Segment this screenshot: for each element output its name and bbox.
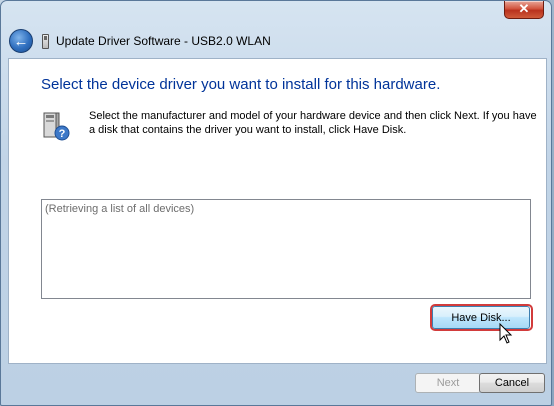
close-button[interactable]: ✕ (504, 1, 544, 19)
svg-text:?: ? (59, 128, 66, 140)
content-panel: Select the device driver you want to ins… (8, 58, 547, 364)
back-button[interactable]: ← (9, 29, 33, 53)
next-label: Next (436, 377, 460, 389)
have-disk-label: Have Disk... (451, 311, 511, 324)
back-arrow-icon: ← (13, 32, 29, 50)
window-title: Update Driver Software - USB2.0 WLAN (56, 34, 271, 48)
usb-device-icon (42, 33, 49, 49)
cancel-button[interactable]: Cancel (479, 373, 545, 393)
page-heading: Select the device driver you want to ins… (41, 76, 441, 93)
title-bar: ← Update Driver Software - USB2.0 WLAN (9, 28, 271, 54)
update-driver-dialog: ✕ ← Update Driver Software - USB2.0 WLAN… (0, 0, 552, 406)
cancel-label: Cancel (494, 377, 530, 389)
mouse-pointer-icon (499, 323, 513, 344)
device-list[interactable]: (Retrieving a list of all devices) (41, 199, 531, 299)
instructions-text: Select the manufacturer and model of you… (89, 110, 537, 136)
device-list-status: (Retrieving a list of all devices) (45, 203, 195, 215)
hardware-install-icon: ? (43, 112, 70, 141)
dialog-footer: Next Cancel (8, 364, 547, 400)
close-icon: ✕ (518, 1, 530, 16)
have-disk-button[interactable]: Have Disk... (432, 306, 530, 329)
next-button[interactable]: Next (415, 373, 481, 393)
